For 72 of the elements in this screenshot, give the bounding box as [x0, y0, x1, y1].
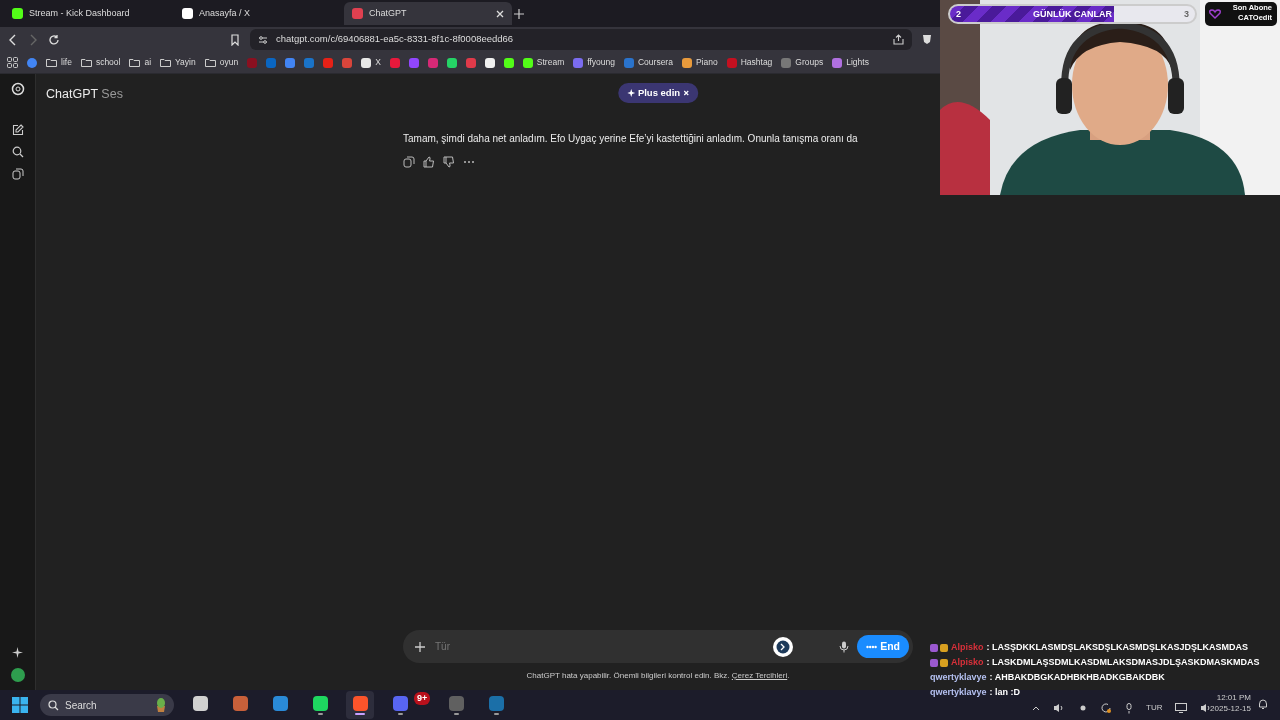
- thumbs-up-icon[interactable]: [423, 156, 435, 168]
- search-icon[interactable]: [11, 146, 24, 158]
- library-icon[interactable]: [11, 168, 24, 180]
- plus-icon[interactable]: [415, 641, 425, 652]
- folder-icon: [129, 58, 141, 67]
- microphone-icon[interactable]: [839, 640, 850, 653]
- start-icon[interactable]: [12, 697, 28, 713]
- search-icon: [48, 699, 59, 711]
- chat-message: qwertyklavye : lan :D: [930, 685, 1021, 699]
- bookmark-folder[interactable]: school: [80, 56, 121, 69]
- bookmark-icon[interactable]: [230, 33, 240, 46]
- taskbar-search[interactable]: Search: [40, 694, 174, 716]
- dots-icon: [866, 644, 878, 649]
- browser-tab[interactable]: Stream - Kick Dashboard: [4, 2, 172, 25]
- sync-icon[interactable]: [1101, 702, 1112, 714]
- bookmark-link[interactable]: Groups: [781, 56, 824, 69]
- taskbar-app[interactable]: [346, 691, 374, 719]
- reload-icon[interactable]: [48, 33, 60, 46]
- language-indicator[interactable]: TUR: [1146, 702, 1163, 714]
- monitor-icon[interactable]: [1175, 703, 1188, 713]
- chevron-up-icon[interactable]: [1032, 705, 1040, 711]
- sparkle-icon: [627, 89, 636, 98]
- notification-icon[interactable]: [1258, 699, 1268, 710]
- site-icon[interactable]: [503, 57, 514, 68]
- speaker-icon[interactable]: [1053, 703, 1065, 713]
- address-bar[interactable]: chatgpt.com/c/69406881-ea5c-8331-8f1c-8f0008eedd66: [250, 29, 912, 50]
- new-chat-icon[interactable]: [11, 124, 24, 136]
- bookmark-folder[interactable]: Yayin: [160, 56, 196, 69]
- plant-icon: [156, 698, 166, 712]
- bookmark-link[interactable]: Stream: [522, 56, 565, 69]
- bookmark-link[interactable]: ffyoung: [573, 56, 615, 69]
- extension-icon[interactable]: [773, 636, 794, 657]
- chat-title[interactable]: ChatGPT Ses: [46, 84, 123, 104]
- folder-icon: [80, 58, 92, 67]
- site-icon[interactable]: [446, 57, 457, 68]
- notification-badge: 9+: [414, 692, 431, 705]
- bookmark-folder[interactable]: oyun: [204, 56, 239, 69]
- upgrade-button[interactable]: Plus edin: [618, 83, 698, 104]
- logo-icon[interactable]: [10, 82, 25, 96]
- apps-grid-icon[interactable]: [7, 57, 18, 68]
- bookmark-link[interactable]: Coursera: [623, 56, 673, 69]
- bookmark-link[interactable]: Hashtag: [726, 56, 773, 69]
- site-settings-icon[interactable]: [258, 34, 268, 45]
- avatar-icon[interactable]: [10, 668, 25, 682]
- site-icon[interactable]: [484, 57, 495, 68]
- chat-message: Alpisko : LASŞDKKLASMDŞLAKSDŞLKASMDŞLKASJDŞLKASMDAS: [930, 640, 1249, 655]
- share-icon[interactable]: [893, 34, 904, 45]
- heart-icon: [1209, 9, 1221, 19]
- bookmark-link[interactable]: Piano: [681, 56, 718, 69]
- microphone-icon[interactable]: [1125, 702, 1133, 714]
- assistant-message: Tamam, şimdi daha net anladım. Efo Uygaç yerine Efe’yi kastettiğini anladım. Onunla tanışma oranı da: [403, 132, 859, 146]
- close-icon[interactable]: [496, 9, 504, 18]
- bookmark-folder[interactable]: ai: [129, 56, 152, 69]
- copy-icon[interactable]: [403, 156, 415, 168]
- thumbs-down-icon[interactable]: [443, 156, 455, 168]
- clock[interactable]: 12:01 PM 2025-12-15: [1205, 692, 1251, 715]
- folder-icon: [160, 58, 172, 67]
- disclaimer-text: ChatGPT hata yapabilir. Önemli bilgileri kontrol edin. Bkz. Çerez Tercihleri.: [525, 670, 791, 682]
- browser-tab[interactable]: Anasayfa / X: [174, 2, 342, 25]
- shield-icon[interactable]: [922, 34, 932, 45]
- folder-icon: [204, 58, 216, 67]
- goal-bar: 2 GÜNLÜK CANLAR 3: [948, 4, 1197, 24]
- bookmark-link[interactable]: Lights: [832, 56, 869, 69]
- bookmark-link[interactable]: X: [361, 56, 381, 69]
- sparkle-icon[interactable]: [12, 647, 23, 658]
- folder-icon: [46, 58, 57, 67]
- bookmark-folder[interactable]: life: [46, 56, 72, 69]
- back-icon[interactable]: [8, 33, 18, 46]
- chat-message: Alpisko : LASKDMLAŞSDMLKASDMLAKSDMASJDLŞASKDMASKMDAS: [930, 655, 1260, 670]
- chat-message: qwertyklavye : AHBAKDBGKADHBKHBADKGBAKDBK: [930, 670, 1165, 684]
- browser-tab[interactable]: ChatGPT: [344, 2, 512, 25]
- new-tab-icon[interactable]: [514, 8, 524, 19]
